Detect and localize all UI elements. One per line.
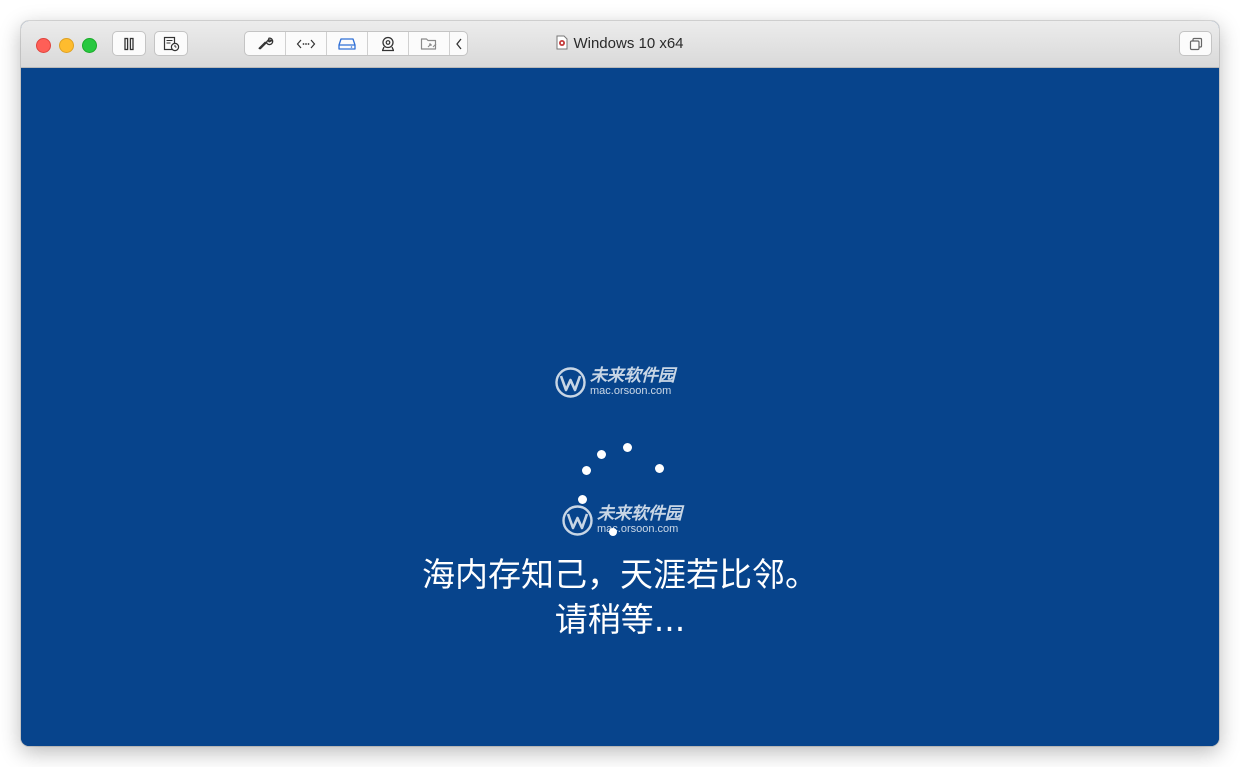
restore-window-icon	[1189, 37, 1202, 50]
chevron-left-icon	[455, 38, 462, 49]
restore-window-button[interactable]	[1179, 31, 1212, 56]
setup-message-line1: 海内存知己，天涯若比邻。	[422, 555, 818, 594]
snapshot-button[interactable]	[154, 31, 188, 56]
watermark-logo-bottom: 未来软件园 mac.orsoon.com	[562, 505, 682, 536]
watermark-url: mac.orsoon.com	[597, 523, 679, 535]
watermark-name: 未来软件园	[590, 366, 675, 386]
code-arrows-icon	[296, 39, 316, 48]
spinner-dot	[655, 464, 664, 473]
spinner-dot	[597, 450, 606, 459]
window-title: Windows 10 x64	[573, 35, 684, 52]
collapse-toolbar-button[interactable]	[450, 32, 467, 55]
setup-message-line2: 请稍等...	[554, 600, 686, 639]
toolbar-button-group	[244, 31, 468, 56]
watermark-logo-top: 未来软件园 mac.orsoon.com	[555, 367, 675, 398]
window-title-area: Windows 10 x64	[21, 35, 1219, 54]
watermark-name: 未来软件园	[597, 504, 682, 524]
camera-icon	[381, 36, 395, 51]
camera-button[interactable]	[368, 32, 409, 55]
vm-document-icon	[556, 35, 568, 54]
vm-screen[interactable]: 未来软件园 mac.orsoon.com 未来软件园 mac.orsoon.co…	[21, 68, 1219, 746]
hard-disk-icon	[338, 37, 356, 50]
spinner-dot	[578, 495, 587, 504]
shared-folder-icon	[420, 38, 436, 50]
hard-disk-button[interactable]	[327, 32, 368, 55]
code-view-button[interactable]	[286, 32, 327, 55]
zoom-button[interactable]	[82, 38, 97, 53]
pause-icon	[124, 37, 134, 50]
spinner-dot	[582, 466, 591, 475]
wrench-icon	[257, 37, 273, 50]
spinner-dot	[623, 443, 632, 452]
pause-button[interactable]	[112, 31, 146, 56]
settings-button[interactable]	[245, 32, 286, 55]
vm-window: Windows 10 x64 未来软件园 mac.orsoon.com 未来软件…	[21, 21, 1219, 746]
title-bar[interactable]: Windows 10 x64	[21, 21, 1219, 68]
watermark-emblem-icon	[555, 367, 586, 398]
close-button[interactable]	[36, 38, 51, 53]
watermark-url: mac.orsoon.com	[590, 385, 672, 397]
snapshot-icon	[163, 36, 179, 51]
shared-folder-button[interactable]	[409, 32, 450, 55]
watermark-emblem-icon	[562, 505, 593, 536]
minimize-button[interactable]	[59, 38, 74, 53]
